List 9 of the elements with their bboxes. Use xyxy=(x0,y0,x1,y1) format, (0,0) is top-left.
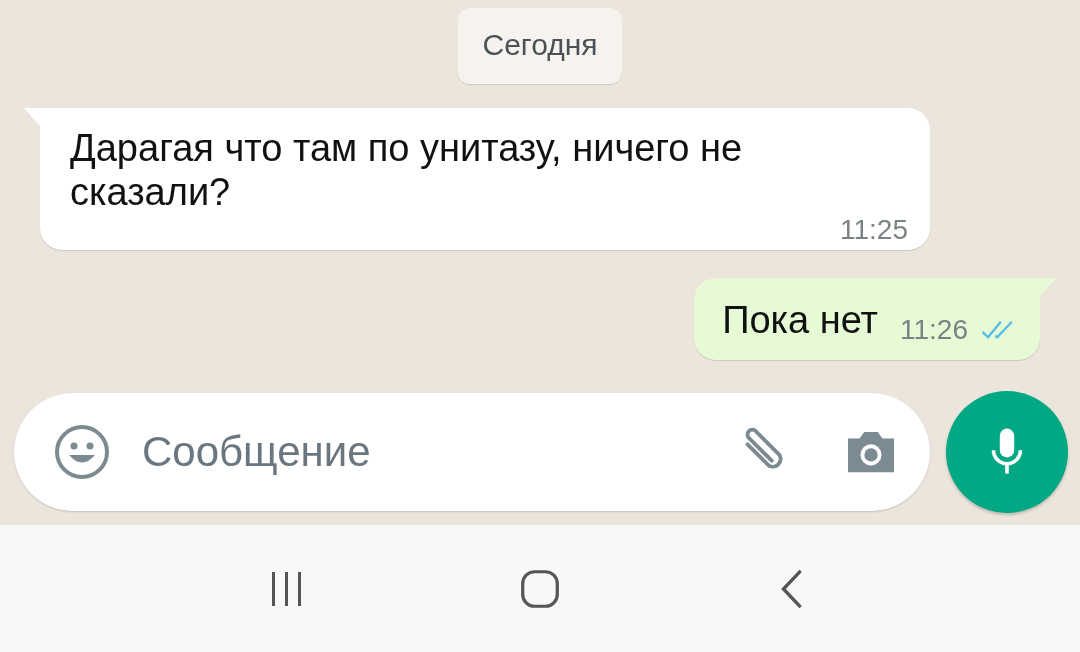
message-text: Дарагая что там по унитазу, ничего не сказали? xyxy=(70,126,744,214)
emoji-icon[interactable] xyxy=(54,424,110,480)
message-text: Пока нет xyxy=(722,298,878,343)
date-chip: Сегодня xyxy=(457,8,623,84)
message-time: 11:25 xyxy=(840,214,908,246)
home-icon[interactable] xyxy=(520,567,560,610)
message-field[interactable]: Сообщение xyxy=(14,393,930,511)
message-input[interactable]: Сообщение xyxy=(140,427,734,477)
message-time: 11:26 xyxy=(900,314,968,346)
